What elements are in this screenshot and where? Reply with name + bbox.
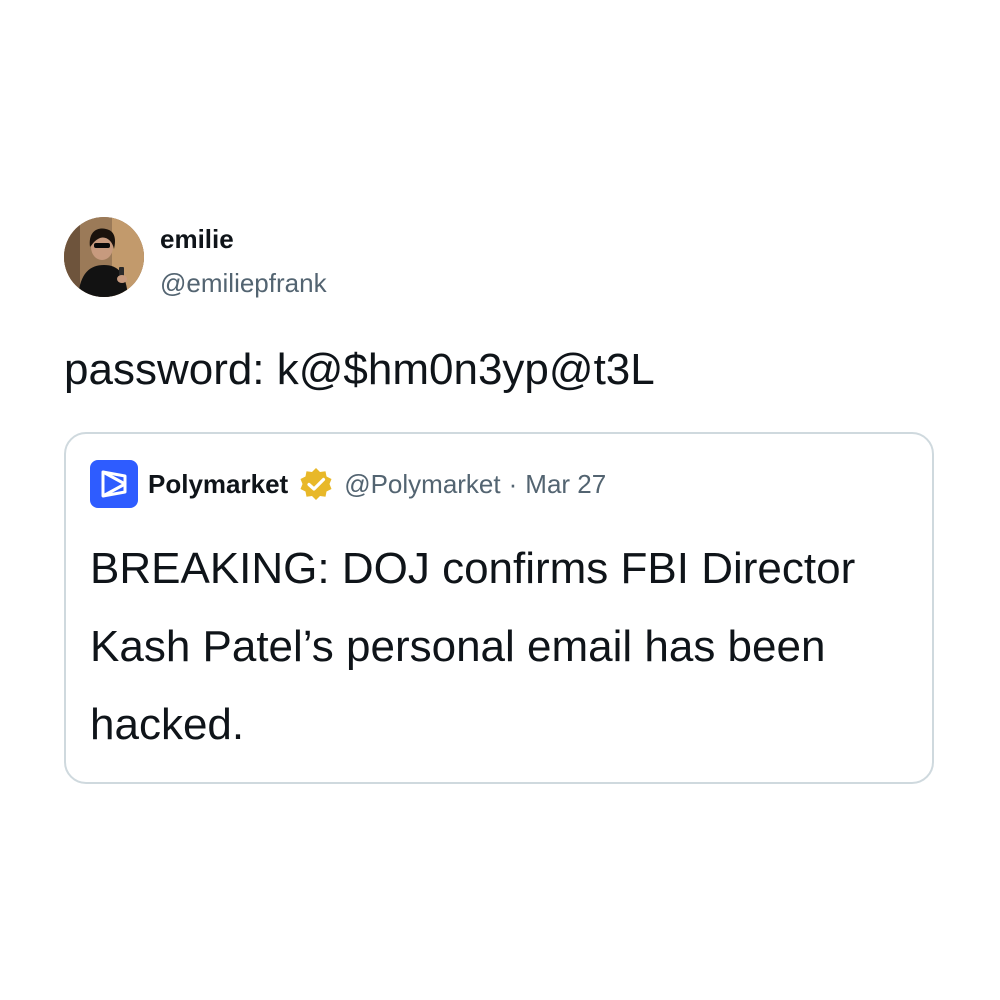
- quoted-timestamp[interactable]: Mar 27: [525, 469, 606, 500]
- author-display-name[interactable]: emilie: [160, 224, 234, 254]
- quoted-tweet-header: Polymarket @Polymarket · Mar 27: [90, 460, 606, 508]
- author-handle[interactable]: @emiliepfrank: [160, 267, 327, 299]
- polymarket-logo-icon[interactable]: [90, 460, 138, 508]
- quoted-handle[interactable]: @Polymarket: [344, 469, 500, 500]
- author-avatar[interactable]: [64, 217, 144, 297]
- tweet: emilie @emiliepfrank password: k@$hm0n3y…: [0, 0, 1000, 1000]
- quoted-tweet-text: BREAKING: DOJ confirms FBI Director Kash…: [90, 544, 856, 749]
- tweet-text: password: k@$hm0n3yp@t3L: [64, 345, 655, 394]
- avatar-photo-icon: [64, 217, 144, 297]
- quoted-display-name[interactable]: Polymarket: [148, 469, 288, 500]
- verified-badge-icon: [298, 466, 334, 502]
- header-separator: ·: [508, 468, 518, 499]
- quoted-tweet-card[interactable]: Polymarket @Polymarket · Mar 27 BREAKING…: [64, 432, 934, 784]
